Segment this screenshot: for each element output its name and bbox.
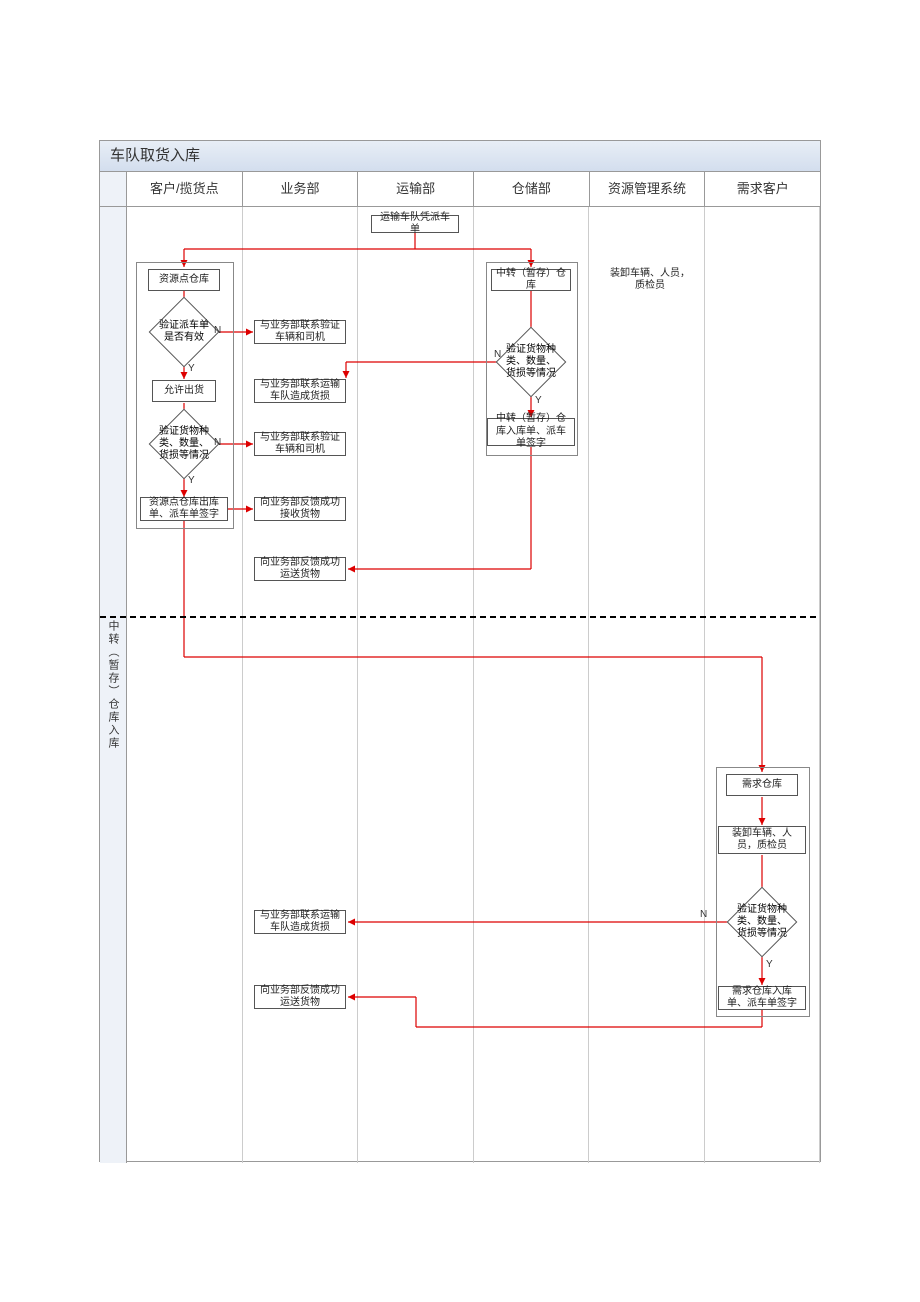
swimlane-diagram: 车队取货入库 客户/揽货点 业务部 运输部 仓储部 资源管理系统 需求客户 中转… [99,140,821,1162]
lane-head-2: 运输部 [358,172,474,206]
diagram-body: 中转（暂存）仓库入库 [100,207,820,1163]
row-label-text: 中转（暂存）仓库入库 [105,620,121,750]
lane-head-4: 资源管理系统 [590,172,706,206]
lane-5 [705,207,821,1163]
lane-0 [127,207,243,1163]
diagram-title: 车队取货入库 [100,141,820,172]
lane-head-3: 仓储部 [474,172,590,206]
lanes-header: 客户/揽货点 业务部 运输部 仓储部 资源管理系统 需求客户 [100,172,820,207]
lane-head-0: 客户/揽货点 [127,172,243,206]
lane-1 [243,207,359,1163]
lane-3 [474,207,590,1163]
lane-head-5: 需求客户 [705,172,820,206]
row-label-header [100,172,127,206]
lane-head-1: 业务部 [243,172,359,206]
row-label: 中转（暂存）仓库入库 [100,207,127,1163]
lane-2 [358,207,474,1163]
lane-4 [589,207,705,1163]
